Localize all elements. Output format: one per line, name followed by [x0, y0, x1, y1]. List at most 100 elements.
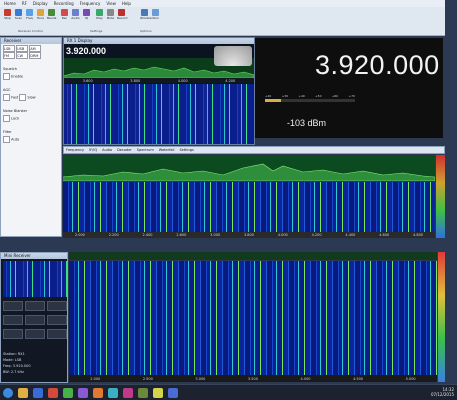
bands-button[interactable]: Bands	[47, 9, 56, 27]
window-button[interactable]: Window	[140, 9, 152, 27]
mode-lsb[interactable]: LSB	[3, 45, 15, 52]
keypad-button[interactable]	[3, 329, 23, 339]
mode-usb[interactable]: USB	[16, 45, 29, 52]
menu-help[interactable]: Help	[122, 0, 131, 7]
app-icon[interactable]	[63, 388, 73, 398]
tick: 4.000	[177, 78, 188, 83]
mode-cw[interactable]: CW	[16, 52, 29, 59]
keypad-button[interactable]	[47, 315, 67, 325]
squelch-label: Squelch	[3, 67, 17, 71]
play-button[interactable]: Play	[95, 9, 104, 27]
nb-checkbox[interactable]	[3, 115, 10, 122]
system-clock[interactable]: 14:32 07/12/2015	[431, 387, 454, 397]
receiver-panel-title: Receiver	[1, 38, 61, 44]
squelch-enable[interactable]: Enable	[3, 73, 59, 80]
nb-lock[interactable]: Lock	[3, 115, 59, 122]
app-icon[interactable]	[123, 388, 133, 398]
mode-drm[interactable]: DRM	[29, 52, 42, 59]
folder-icon[interactable]	[18, 388, 28, 398]
keypad-button[interactable]	[25, 329, 45, 339]
tab-settings[interactable]: Settings	[179, 147, 193, 153]
menu-recording[interactable]: Recording	[54, 0, 74, 7]
filter-label: Filter	[3, 130, 12, 134]
tick: 4.000	[277, 233, 288, 237]
taskbar: 14:32 07/12/2015	[0, 384, 457, 400]
window-icon	[141, 9, 148, 16]
tick: 2.600	[176, 233, 187, 237]
mini-keypad	[3, 301, 67, 341]
app-icon[interactable]	[108, 388, 118, 398]
bands-icon	[48, 9, 55, 16]
app-icon[interactable]	[93, 388, 103, 398]
record-button[interactable]: Record	[117, 9, 127, 27]
iq-button[interactable]: IQ	[82, 9, 91, 27]
stop-icon	[4, 9, 11, 16]
menu-bar: Home RF Display Recording Frequency View…	[0, 0, 445, 7]
tick: 2.000	[74, 233, 85, 237]
browser-icon[interactable]	[33, 388, 43, 398]
keypad-button[interactable]	[3, 315, 23, 325]
wide-spectrum[interactable]	[62, 155, 436, 182]
mode-am[interactable]: AM	[29, 45, 42, 52]
stop-button[interactable]: Stop	[3, 9, 12, 27]
app-icon[interactable]	[48, 388, 58, 398]
audio-button[interactable]: Audio	[71, 9, 80, 27]
menu-home[interactable]: Home	[4, 0, 16, 7]
app-icon[interactable]	[153, 388, 163, 398]
mode-row: LSB USB AM	[3, 45, 59, 52]
mode-fm[interactable]: FM	[3, 52, 15, 59]
clock-date: 07/12/2015	[430, 392, 454, 397]
tick: 4.200	[311, 233, 322, 237]
agc-options: Fast Slow	[3, 94, 59, 101]
wide-waterfall[interactable]	[63, 182, 435, 232]
tick: 4.800	[413, 233, 424, 237]
tick: 3.000	[195, 376, 206, 381]
tab-audio[interactable]: Audio	[102, 147, 112, 153]
squelch-checkbox[interactable]	[3, 73, 10, 80]
skin-button[interactable]: Skin	[151, 9, 160, 27]
tab-frequency[interactable]: Frequency	[66, 147, 84, 153]
mini-waterfall[interactable]	[3, 261, 67, 297]
agc-slow-radio[interactable]	[19, 94, 27, 101]
agc-fast-radio[interactable]	[3, 94, 10, 101]
top-waterfall[interactable]	[64, 84, 254, 144]
nb-label: Noise Blanker	[3, 109, 28, 113]
keypad-button[interactable]	[3, 301, 23, 311]
lower-spectrum[interactable]	[69, 252, 437, 260]
lower-color-scale[interactable]	[438, 252, 445, 382]
menu-frequency[interactable]: Frequency	[80, 0, 101, 7]
iq-icon	[83, 9, 90, 16]
tick: 4.600	[379, 233, 390, 237]
menu-display[interactable]: Display	[33, 0, 48, 7]
menu-view[interactable]: View	[106, 0, 116, 7]
mini-receiver-title: Mini Receiver	[1, 253, 67, 259]
keypad-button[interactable]	[25, 301, 45, 311]
main-frequency[interactable]: 3.920.000	[315, 50, 440, 81]
info-bw: BW: 2.7 kHz	[3, 370, 24, 374]
rec-button[interactable]: Rec	[60, 9, 69, 27]
keypad-button[interactable]	[47, 329, 67, 339]
tick: 3.500	[247, 376, 258, 381]
sdr-app-icon[interactable]	[168, 388, 178, 398]
color-scale-bar[interactable]	[436, 155, 445, 238]
wide-spectrum-trace	[62, 163, 436, 182]
tab-ifiq[interactable]: IF/IQ	[89, 147, 97, 153]
keypad-button[interactable]	[47, 301, 67, 311]
tick: 2.200	[108, 233, 119, 237]
filter-auto[interactable]: Auto	[3, 136, 59, 143]
scan-button[interactable]: Scan	[14, 9, 23, 27]
app-icon[interactable]	[78, 388, 88, 398]
tab-waterfall[interactable]: Waterfall	[159, 147, 175, 153]
app-icon[interactable]	[138, 388, 148, 398]
freq-button[interactable]: Freq	[25, 9, 34, 27]
tune-button[interactable]: Tune	[36, 9, 45, 27]
start-icon[interactable]	[3, 388, 13, 398]
menu-rf[interactable]: RF	[22, 0, 27, 7]
keypad-button[interactable]	[25, 315, 45, 325]
mute-button[interactable]: Mute	[106, 9, 115, 27]
filter-checkbox[interactable]	[3, 136, 10, 143]
lower-waterfall[interactable]	[69, 261, 437, 375]
tick: 3.800	[243, 233, 254, 237]
tab-spectrum[interactable]: Spectrum	[137, 147, 154, 153]
tab-decoder[interactable]: Decoder	[117, 147, 132, 153]
